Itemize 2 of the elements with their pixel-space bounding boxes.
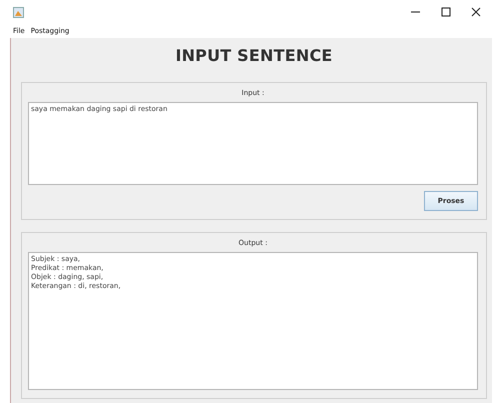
page-heading: INPUT SENTENCE	[174, 46, 334, 65]
app-icon	[13, 6, 24, 18]
